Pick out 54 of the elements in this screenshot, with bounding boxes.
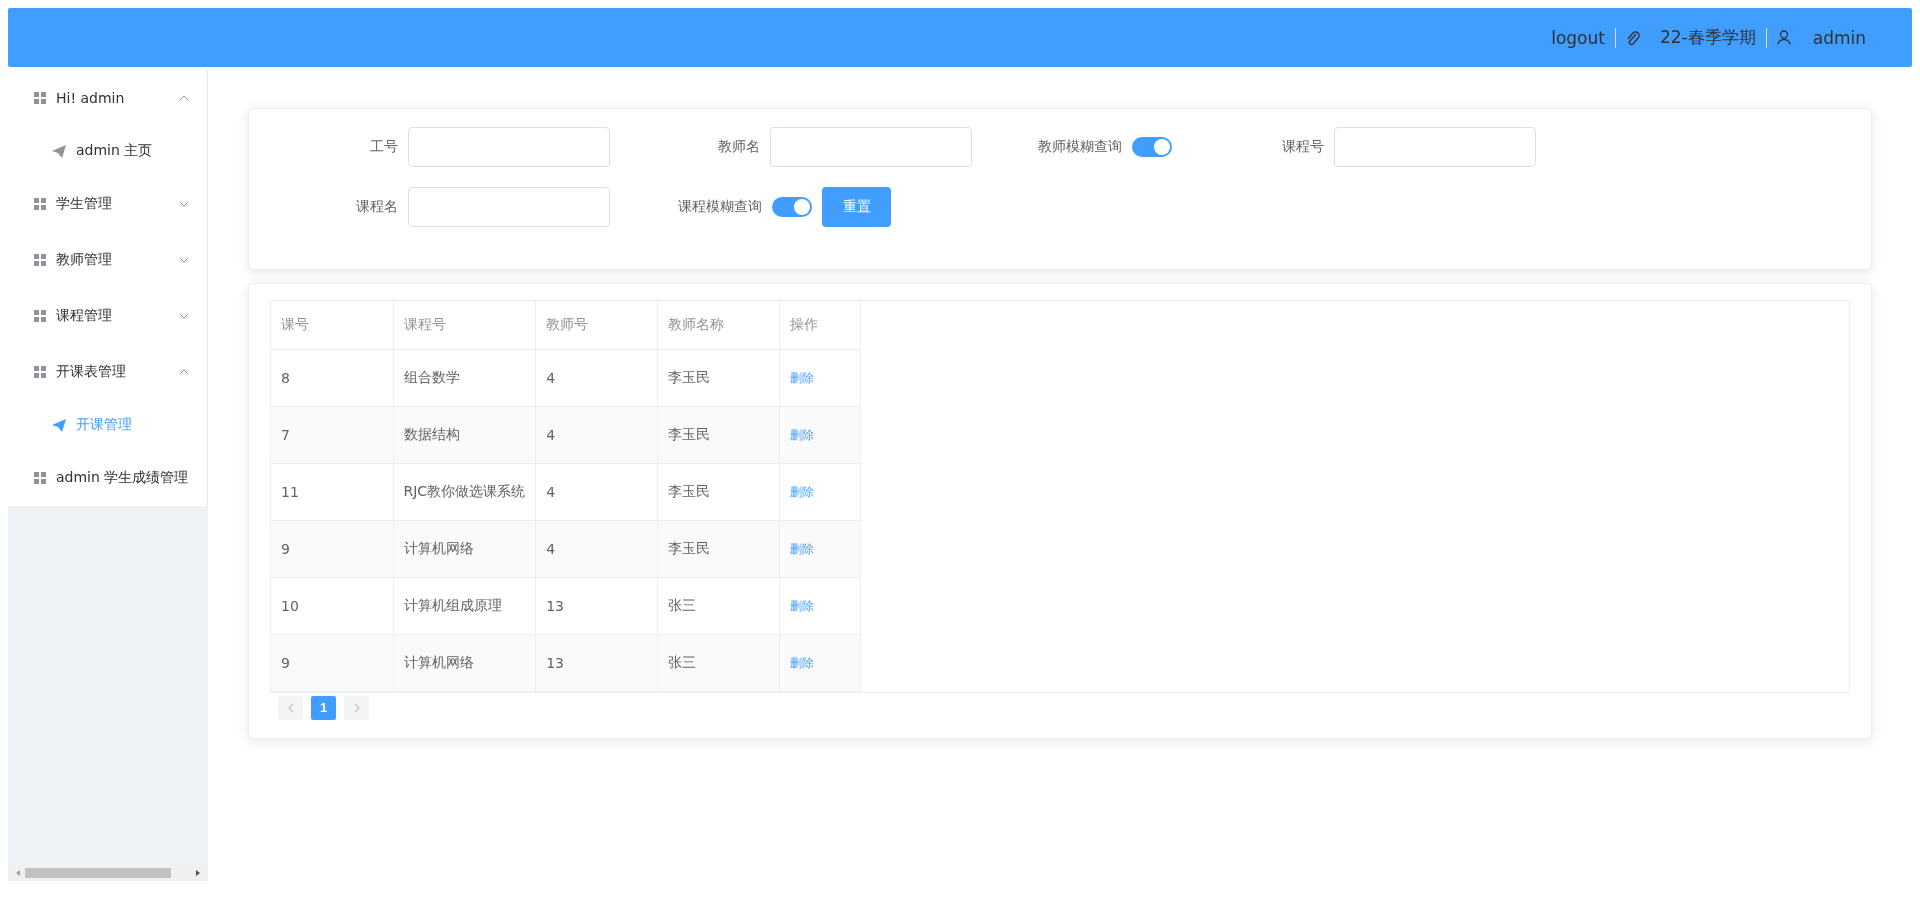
field-label: 课程模糊查询	[677, 198, 763, 216]
page-button[interactable]: 1	[311, 695, 336, 720]
field-label: 课程名	[355, 198, 399, 216]
table-cell: 13	[535, 634, 658, 691]
sidebar-item[interactable]: 教师管理	[8, 232, 207, 288]
table-cell: 组合数学	[393, 349, 536, 406]
table-cell: 计算机网络	[393, 634, 536, 691]
field-label: 课程号	[1281, 138, 1325, 156]
delete-link[interactable]: 删除	[790, 598, 815, 613]
column-header: 教师名称	[657, 301, 780, 349]
table-cell: 4	[535, 520, 658, 577]
table-cell: 10	[271, 577, 393, 634]
table-cell: 张三	[657, 634, 780, 691]
table-cell: 7	[271, 406, 393, 463]
table-cell: 数据结构	[393, 406, 536, 463]
sidebar-item[interactable]: 学生管理	[8, 176, 207, 232]
field-label: 教师模糊查询	[1037, 138, 1124, 156]
table-cell: 13	[535, 577, 658, 634]
sidebar-item[interactable]: 开课表管理	[8, 344, 207, 400]
reset-button[interactable]: 重置	[822, 187, 891, 227]
table-cell: 11	[271, 463, 393, 520]
term-label: 22-春季学期	[1659, 26, 1756, 49]
column-header: 课程号	[393, 301, 536, 349]
table-cell: 8	[271, 349, 393, 406]
field-label: 教师名	[717, 138, 761, 156]
delete-link[interactable]: 删除	[790, 484, 815, 499]
table-cell: 计算机组成原理	[393, 577, 536, 634]
sidebar-subitem[interactable]: admin 主页	[8, 126, 207, 176]
delete-link[interactable]: 删除	[790, 370, 815, 385]
table-cell: 李玉民	[657, 520, 780, 577]
delete-link[interactable]: 删除	[790, 541, 815, 556]
sidebar-item[interactable]: Hi! admin	[8, 70, 207, 126]
sidebar-item[interactable]: 课程管理	[8, 288, 207, 344]
table-cell: 4	[535, 463, 658, 520]
table-cell: 9	[271, 520, 393, 577]
delete-link[interactable]: 删除	[790, 427, 815, 442]
table-cell: 4	[535, 406, 658, 463]
table-cell: 张三	[657, 577, 780, 634]
sidebar-subitem[interactable]: 开课管理	[8, 400, 207, 450]
sidebar-item[interactable]: admin 学生成绩管理	[8, 450, 207, 506]
column-header: 教师号	[535, 301, 658, 349]
table-cell: 4	[535, 349, 658, 406]
table-cell: 李玉民	[657, 406, 780, 463]
username-label: admin	[1812, 27, 1866, 48]
column-header: 操作	[779, 301, 861, 349]
table-cell: 计算机网络	[393, 520, 536, 577]
delete-link[interactable]: 删除	[790, 655, 815, 670]
field-label: 工号	[369, 138, 399, 156]
table-cell: RJC教你做选课系统	[393, 463, 536, 520]
logout-link[interactable]: logout	[1551, 27, 1605, 48]
table-cell: 9	[271, 634, 393, 691]
table-cell: 李玉民	[657, 463, 780, 520]
table-cell: 李玉民	[657, 349, 780, 406]
column-header: 课号	[271, 301, 393, 349]
